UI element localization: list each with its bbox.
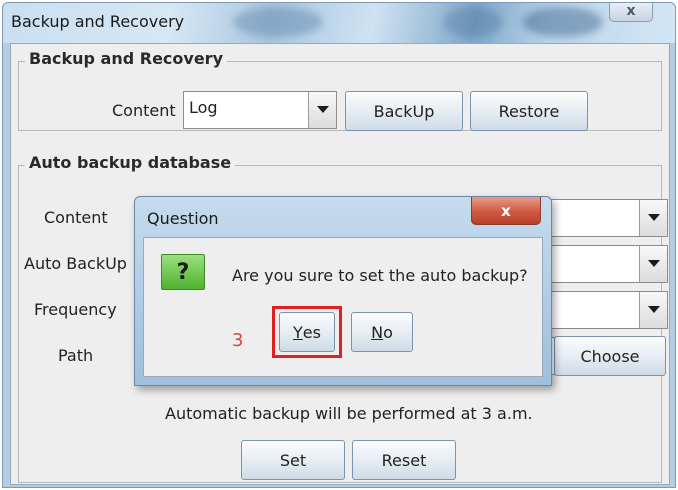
content-label: Content: [112, 101, 176, 120]
step-number-annotation: 3: [232, 330, 244, 351]
dropdown-arrow-icon[interactable]: [639, 200, 667, 236]
question-dialog: Question x ? Are you sure to set the aut…: [134, 196, 552, 386]
yes-label-rest: es: [302, 322, 321, 342]
dialog-message: Are you sure to set the auto backup?: [232, 266, 528, 285]
dropdown-arrow-icon[interactable]: [639, 246, 667, 282]
content-select[interactable]: Log: [183, 91, 337, 129]
auto-content-label: Content: [44, 208, 108, 227]
window-title: Backup and Recovery: [11, 12, 185, 31]
titlebar-decoration: [443, 7, 503, 37]
choose-button[interactable]: Choose: [554, 336, 666, 376]
dialog-body: ? Are you sure to set the auto backup? 3…: [143, 237, 543, 377]
auto-backup-label: Auto BackUp: [24, 254, 127, 273]
dropdown-arrow-icon[interactable]: [308, 92, 336, 128]
path-label: Path: [58, 346, 94, 365]
content-select-value: Log: [189, 98, 218, 117]
dialog-close-icon[interactable]: x: [471, 197, 541, 225]
backup-button[interactable]: BackUp: [345, 91, 463, 131]
no-button[interactable]: No: [351, 312, 413, 352]
titlebar-decoration: [233, 7, 323, 37]
reset-button[interactable]: Reset: [352, 440, 456, 480]
group-title: Auto backup database: [25, 153, 236, 172]
dialog-title: Question: [147, 209, 219, 228]
titlebar-decoration: [523, 7, 603, 37]
yes-mnemonic: Y: [293, 322, 303, 342]
no-label-rest: o: [383, 322, 393, 342]
auto-backup-info: Automatic backup will be performed at 3 …: [165, 404, 533, 423]
question-icon: ?: [161, 254, 205, 290]
set-button[interactable]: Set: [241, 440, 345, 480]
dropdown-arrow-icon[interactable]: [639, 292, 667, 328]
restore-button[interactable]: Restore: [470, 91, 588, 131]
window-titlebar[interactable]: Backup and Recovery x: [3, 3, 675, 43]
frequency-label: Frequency: [34, 300, 117, 319]
window-close-icon[interactable]: x: [609, 3, 653, 22]
yes-button[interactable]: Yes: [279, 312, 335, 352]
no-mnemonic: N: [371, 322, 384, 342]
group-title: Backup and Recovery: [25, 49, 227, 68]
